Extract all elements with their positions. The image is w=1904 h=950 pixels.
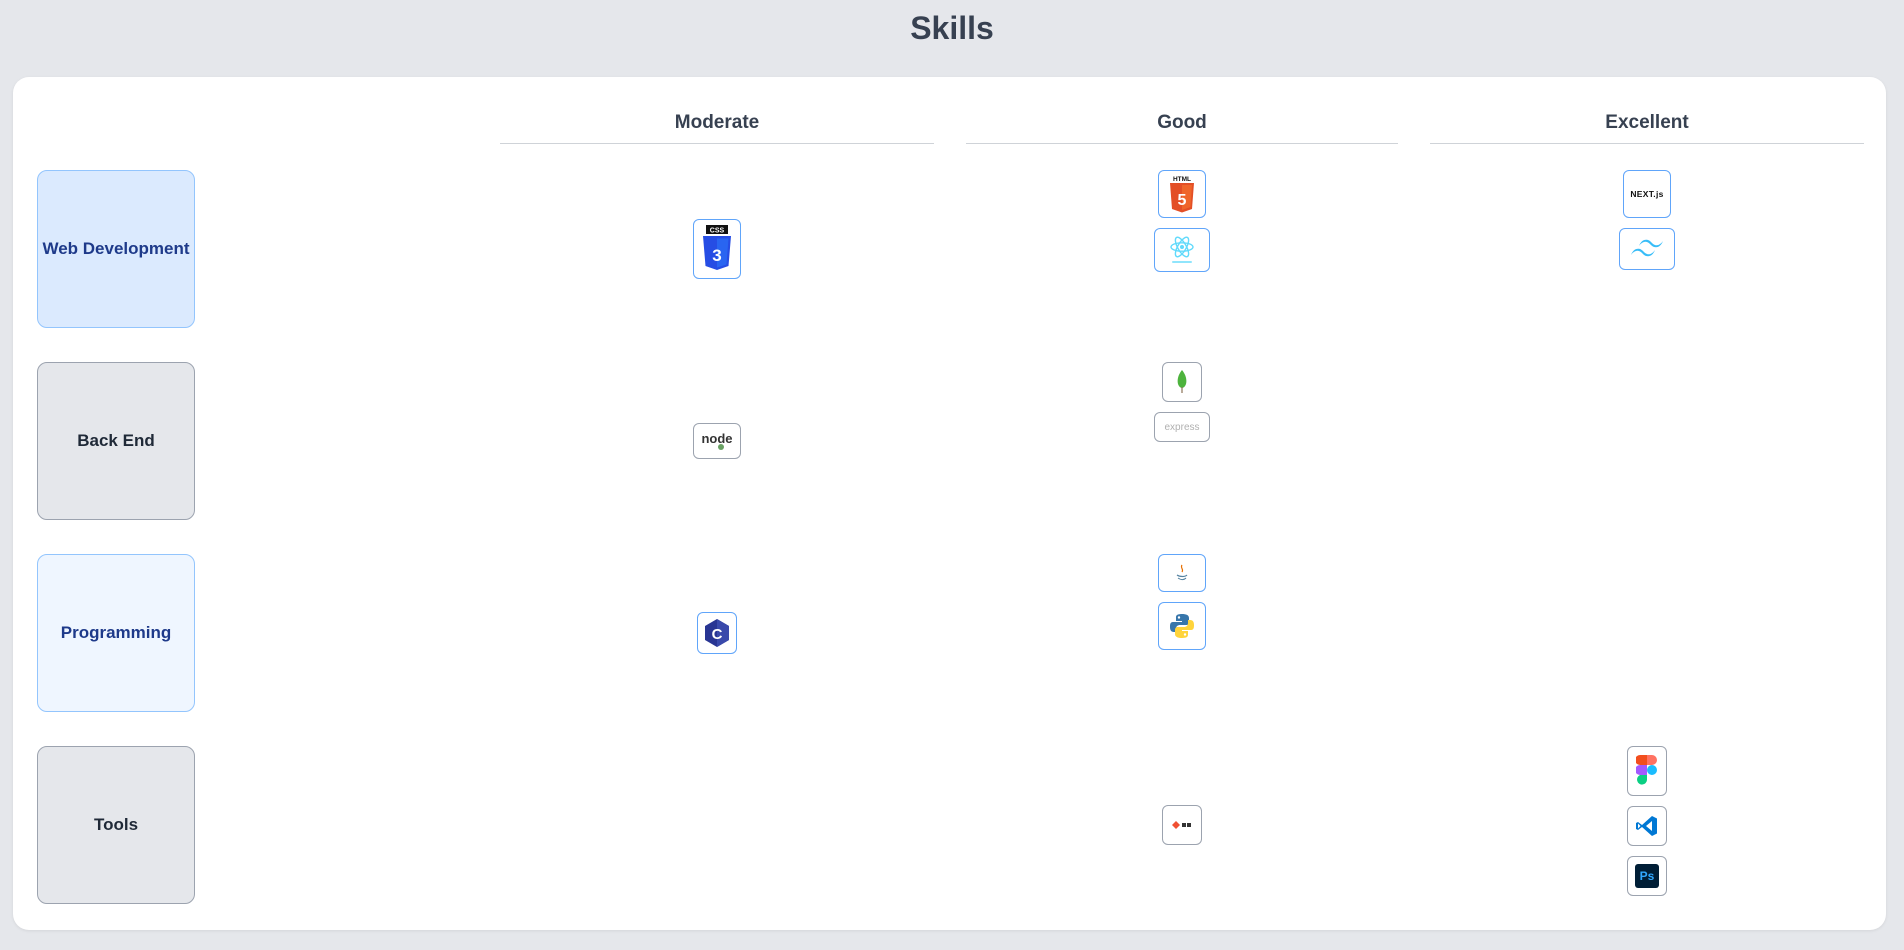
nodejs-icon[interactable]: node (693, 423, 741, 459)
photoshop-label: Ps (1639, 869, 1655, 883)
column-header-excellent: Excellent (1430, 103, 1864, 144)
category-programming[interactable]: Programming (37, 554, 195, 712)
svg-text:C: C (712, 626, 723, 643)
svg-text:HTML: HTML (1173, 176, 1191, 183)
page-title: Skills (910, 10, 994, 46)
tailwind-icon[interactable] (1619, 228, 1675, 270)
column-header-good: Good (966, 103, 1398, 144)
nextjs-icon[interactable]: NEXT.js (1623, 170, 1671, 218)
cell-backend-good: express (966, 362, 1398, 520)
c-language-icon[interactable]: C (697, 612, 737, 654)
cell-backend-moderate: node (500, 362, 934, 520)
column-header-moderate: Moderate (500, 103, 934, 144)
git-icon[interactable] (1162, 805, 1202, 845)
cell-tools-moderate (500, 746, 934, 904)
vscode-icon[interactable] (1627, 806, 1667, 846)
html5-icon[interactable]: HTML 5 (1158, 170, 1206, 218)
svg-text:CSS: CSS (710, 228, 725, 235)
nextjs-label: NEXT.js (1630, 189, 1664, 199)
react-native-icon[interactable] (1154, 228, 1210, 272)
cell-web-good: HTML 5 (966, 170, 1398, 328)
cell-tools-excellent: Ps (1430, 746, 1864, 904)
cell-web-moderate: CSS 3 (500, 170, 934, 328)
skills-card: Moderate Good Excellent Web Development … (13, 77, 1886, 930)
cell-tools-good (966, 746, 1398, 904)
cell-programming-good (966, 554, 1398, 712)
cell-backend-excellent (1430, 362, 1864, 520)
svg-text:node: node (701, 431, 732, 446)
category-back-end[interactable]: Back End (37, 362, 195, 520)
python-icon[interactable] (1158, 602, 1206, 650)
express-label: express (1164, 421, 1200, 433)
cell-web-excellent: NEXT.js (1430, 170, 1864, 328)
mongodb-icon[interactable] (1162, 362, 1202, 402)
svg-text:5: 5 (1178, 192, 1187, 209)
category-tools[interactable]: Tools (37, 746, 195, 904)
figma-icon[interactable] (1627, 746, 1667, 796)
express-icon[interactable]: express (1154, 412, 1210, 442)
category-web-development[interactable]: Web Development (37, 170, 195, 328)
java-icon[interactable] (1158, 554, 1206, 592)
svg-text:3: 3 (712, 246, 721, 265)
css3-icon[interactable]: CSS 3 (693, 219, 741, 279)
photoshop-icon[interactable]: Ps (1627, 856, 1667, 896)
cell-programming-moderate: C (500, 554, 934, 712)
cell-programming-excellent (1430, 554, 1864, 712)
